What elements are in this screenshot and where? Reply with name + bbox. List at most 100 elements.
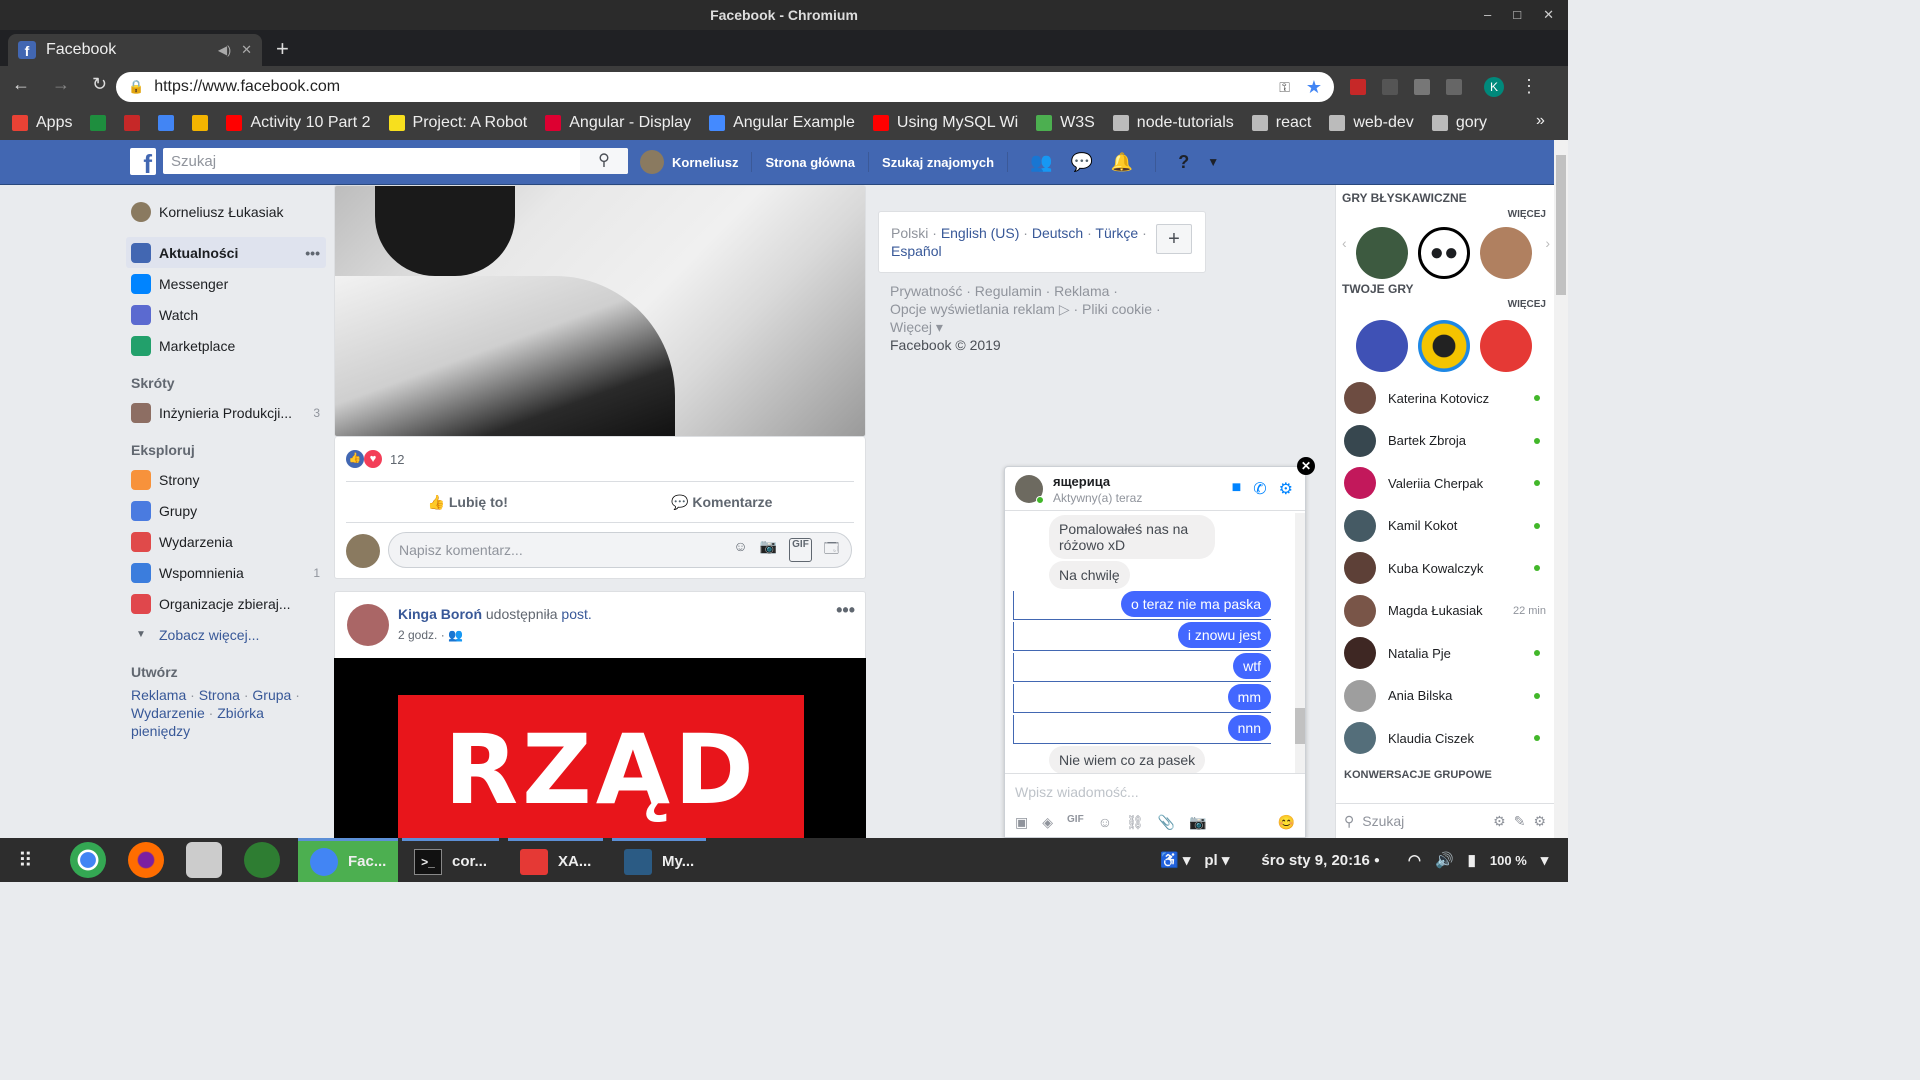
maximize-icon[interactable]: □ bbox=[1513, 0, 1521, 30]
smiley-icon[interactable]: 😊 bbox=[1278, 814, 1295, 831]
bookmark-star-icon[interactable]: ★ bbox=[1306, 77, 1322, 98]
close-icon[interactable]: ✕ bbox=[1543, 0, 1554, 30]
sidebar-item-2[interactable]: Watch bbox=[126, 299, 326, 330]
bookmark-item[interactable]: Project: A Robot bbox=[388, 114, 527, 132]
bookmark-item[interactable]: Angular - Display bbox=[545, 114, 691, 132]
message-bubble[interactable]: Nie wiem co za pasek bbox=[1049, 746, 1206, 773]
profile-link[interactable]: Korneliusz bbox=[672, 155, 738, 170]
language-link[interactable]: Español bbox=[891, 243, 942, 259]
comment-input[interactable]: Napisz komentarz... ☺ 📷 GIF 🗔 bbox=[388, 532, 852, 568]
taskbar-window[interactable]: XA... bbox=[508, 838, 604, 882]
chevron-down-icon[interactable]: ▼ bbox=[1207, 155, 1219, 169]
mute-icon[interactable]: ◀︎) bbox=[218, 43, 231, 57]
contact-item[interactable]: Katerina Kotovicz bbox=[1336, 377, 1554, 420]
chat-scrollbar[interactable] bbox=[1295, 513, 1305, 773]
game-thumbnail[interactable] bbox=[1480, 227, 1532, 279]
camera-icon[interactable]: 📷 bbox=[1189, 814, 1206, 831]
avatar[interactable] bbox=[346, 534, 380, 568]
sidebar-item-0[interactable]: Aktualności ••• bbox=[126, 237, 326, 268]
compose-icon[interactable]: ✎ bbox=[1514, 813, 1526, 830]
bookmark-item[interactable] bbox=[124, 115, 141, 131]
see-more-link[interactable]: ▼ Zobacz więcej... bbox=[126, 619, 326, 650]
post-menu-icon[interactable]: ••• bbox=[836, 600, 855, 621]
scrollbar-thumb[interactable] bbox=[1556, 155, 1566, 295]
explore-item[interactable]: Strony bbox=[126, 464, 326, 495]
chromium-icon[interactable] bbox=[70, 842, 106, 878]
bookmark-item[interactable] bbox=[158, 115, 175, 131]
people-settings-icon[interactable]: ⚙ bbox=[1533, 813, 1546, 830]
chevron-left-icon[interactable]: ‹ bbox=[1342, 235, 1347, 251]
sidebar-item-3[interactable]: Marketplace bbox=[126, 330, 326, 361]
explore-item[interactable]: Organizacje zbieraj... bbox=[126, 588, 326, 619]
key-icon[interactable]: ⚿ bbox=[1279, 79, 1290, 96]
contact-item[interactable]: Kamil Kokot bbox=[1336, 505, 1554, 548]
video-call-icon[interactable]: ■ bbox=[1232, 479, 1242, 499]
game-thumbnail[interactable] bbox=[1418, 320, 1470, 372]
bookmark-item[interactable]: W3S bbox=[1036, 114, 1095, 132]
post-photo[interactable] bbox=[334, 185, 866, 437]
game-thumbnail[interactable] bbox=[1480, 320, 1532, 372]
contact-item[interactable]: Ania Bilska bbox=[1336, 675, 1554, 718]
chevron-down-icon[interactable]: ▾ bbox=[1541, 851, 1549, 869]
chat-header[interactable]: ящерица Aktywny(a) teraz ■ ✆ ⚙ bbox=[1005, 467, 1305, 511]
message-bubble[interactable]: Pomalowałeś nas na różowo xD bbox=[1049, 515, 1215, 559]
create-group-link[interactable]: Grupa bbox=[252, 687, 291, 703]
battery-icon[interactable]: ▮ bbox=[1468, 851, 1476, 869]
more-your-games-link[interactable]: WIĘCEJ bbox=[1508, 299, 1546, 310]
facebook-logo[interactable]: f bbox=[130, 148, 156, 179]
contact-item[interactable]: Magda Łukasiak 22 min bbox=[1336, 590, 1554, 633]
sidebar-item-1[interactable]: Messenger bbox=[126, 268, 326, 299]
close-icon[interactable]: ✕ bbox=[1297, 457, 1315, 475]
post-time[interactable]: 2 godz. · 👥 bbox=[398, 628, 463, 642]
create-ad-link[interactable]: Reklama bbox=[131, 687, 186, 703]
reactions[interactable]: 👍 ♥ 12 bbox=[346, 450, 404, 468]
tab-close-icon[interactable]: ✕ bbox=[241, 42, 252, 58]
emoji-icon[interactable]: ☺ bbox=[1098, 814, 1112, 831]
help-icon[interactable]: ? bbox=[1178, 152, 1189, 173]
avatar[interactable] bbox=[640, 150, 664, 174]
more-games-link[interactable]: WIĘCEJ bbox=[1508, 209, 1546, 220]
bookmark-item[interactable] bbox=[90, 115, 107, 131]
gif-icon[interactable]: GIF bbox=[1067, 814, 1084, 831]
firefox-icon[interactable] bbox=[128, 842, 164, 878]
bookmark-item[interactable] bbox=[192, 115, 209, 131]
taskbar-window[interactable]: My... bbox=[612, 838, 707, 882]
minimize-icon[interactable]: – bbox=[1484, 0, 1491, 30]
volume-icon[interactable]: 🔊 bbox=[1435, 851, 1454, 869]
message-list[interactable]: Pomalowałeś nas na różowo xD Na chwilę o t… bbox=[1005, 513, 1295, 773]
atom-icon[interactable] bbox=[244, 842, 280, 878]
chat-name[interactable]: ящерица bbox=[1053, 474, 1110, 489]
search-icon[interactable]: ⚲ bbox=[580, 148, 628, 174]
ublock-icon[interactable] bbox=[1350, 78, 1366, 95]
contact-item[interactable]: Bartek Zbroja bbox=[1336, 420, 1554, 463]
taskbar-window[interactable]: >_ cor... bbox=[402, 838, 500, 882]
notifications-icon[interactable]: 🔔 bbox=[1111, 152, 1133, 173]
accessibility-icon[interactable]: ♿ ▾ bbox=[1160, 851, 1190, 869]
emoji-icon[interactable]: ☺ bbox=[733, 538, 747, 562]
language-link[interactable]: Deutsch bbox=[1032, 225, 1083, 241]
bookmark-item[interactable]: react bbox=[1251, 114, 1311, 132]
message-bubble[interactable]: Na chwilę bbox=[1049, 561, 1130, 589]
message-bubble[interactable]: i znowu jest bbox=[1177, 622, 1271, 648]
post-author-link[interactable]: Kinga Boroń bbox=[398, 606, 482, 622]
sticker-icon[interactable]: ◈ bbox=[1042, 814, 1053, 831]
post-link[interactable]: post. bbox=[561, 606, 591, 622]
friend-requests-icon[interactable]: 👥 bbox=[1030, 152, 1052, 173]
game-thumbnail[interactable]: ●● bbox=[1418, 227, 1470, 279]
browser-tab[interactable]: f Facebook ◀︎) ✕ bbox=[8, 34, 262, 66]
comment-button[interactable]: 💬 Komentarze bbox=[671, 494, 772, 511]
bookmark-item[interactable]: node-tutorials bbox=[1112, 114, 1234, 132]
game-thumbnail[interactable] bbox=[1356, 320, 1408, 372]
footer-line[interactable]: Opcje wyświetlania reklam ▷ · Pliki cook… bbox=[890, 300, 1190, 318]
menu-icon[interactable]: ⋮ bbox=[1520, 76, 1538, 97]
bookmark-item[interactable]: web-dev bbox=[1329, 114, 1414, 132]
message-bubble[interactable]: nnn bbox=[1227, 715, 1271, 741]
footer-line[interactable]: Prywatność · Regulamin · Reklama · bbox=[890, 282, 1190, 300]
gitzip-icon[interactable] bbox=[1446, 78, 1462, 95]
find-friends-link[interactable]: Szukaj znajomych bbox=[882, 155, 994, 170]
home-link[interactable]: Strona główna bbox=[765, 155, 855, 170]
fb-search-input[interactable]: Szukaj bbox=[163, 148, 628, 174]
attachment-icon[interactable]: 📎 bbox=[1158, 814, 1175, 831]
message-bubble[interactable]: o teraz nie ma paska bbox=[1121, 591, 1271, 617]
language-link[interactable]: English (US) bbox=[941, 225, 1020, 241]
